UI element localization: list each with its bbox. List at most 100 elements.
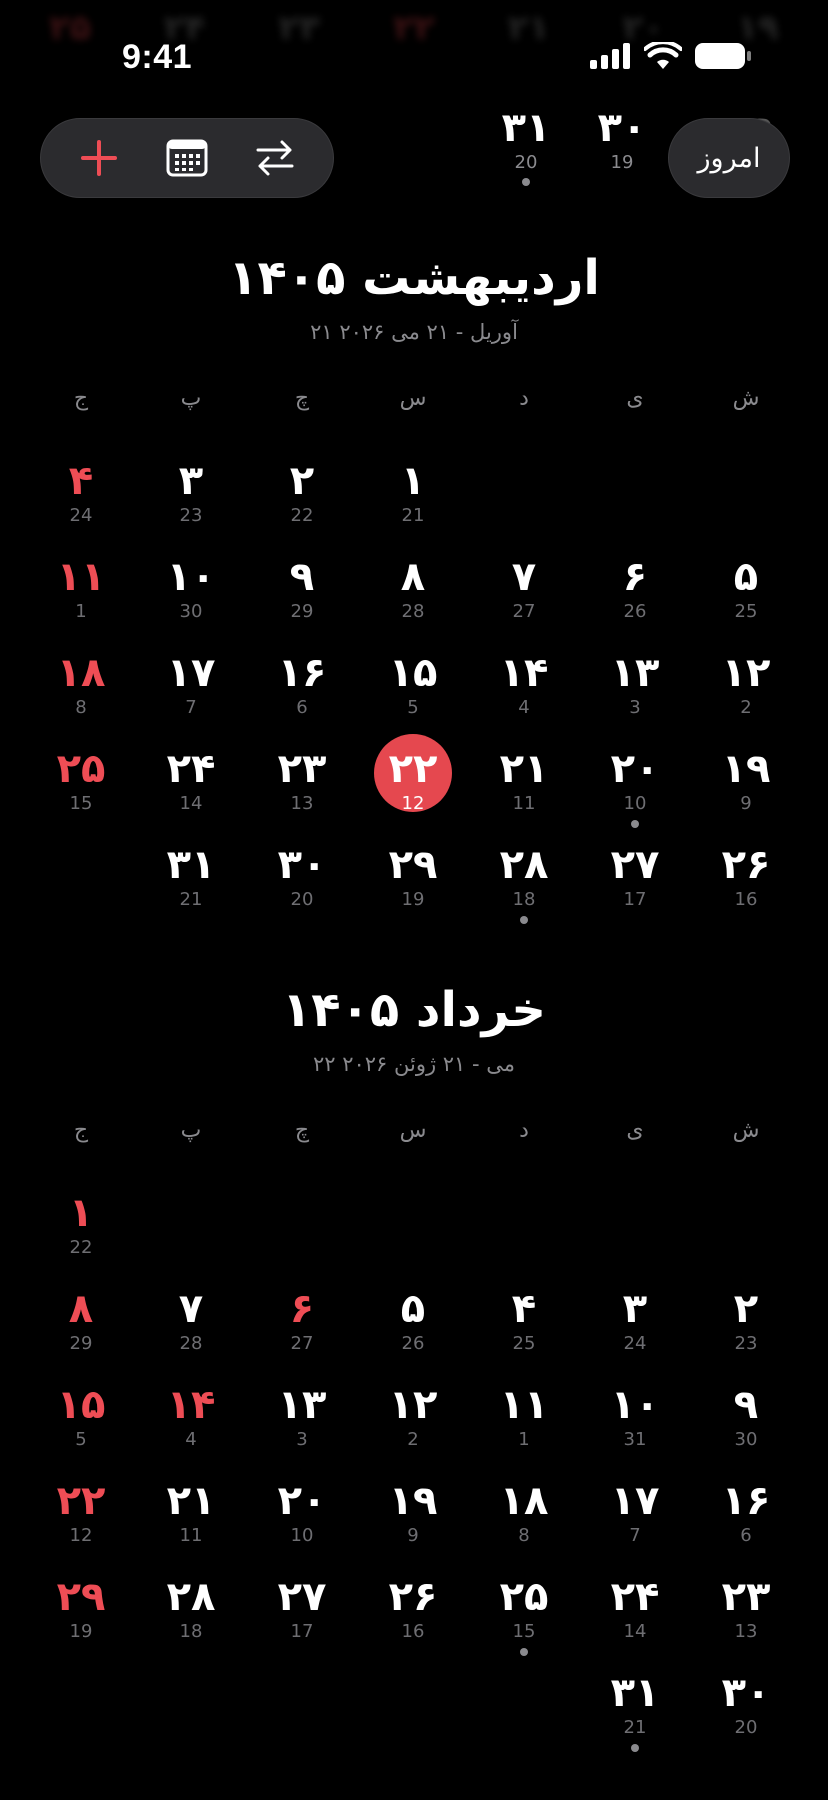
day-cell[interactable]: ۱۲ 2: [365, 1380, 461, 1468]
day-cell[interactable]: ۴ 24: [33, 456, 129, 544]
gregorian-date: 14: [179, 793, 203, 814]
gregorian-date: 19: [401, 889, 425, 910]
swap-arrows-icon[interactable]: [245, 128, 305, 188]
day-cell[interactable]: ۶ 26: [587, 552, 683, 640]
day-cell[interactable]: ۱۲ 2: [698, 648, 794, 736]
day-cell[interactable]: ۸ 29: [33, 1284, 129, 1372]
day-cell[interactable]: ۱۷ 7: [143, 648, 239, 736]
day-cell[interactable]: ۱۹ 9: [698, 744, 794, 832]
day-cell[interactable]: ۱۹ 9: [365, 1476, 461, 1564]
day-number: ۱۴: [499, 650, 549, 696]
day-cell[interactable]: ۳ 24: [587, 1284, 683, 1372]
gregorian-date: 7: [629, 1525, 641, 1546]
day-cell[interactable]: ۲۸ 18: [476, 840, 572, 928]
day-number: ۹: [289, 554, 315, 600]
day-cell[interactable]: ۲۳ 13: [254, 744, 350, 832]
day-cell[interactable]: ۱۶ 6: [254, 648, 350, 736]
day-cell[interactable]: ۱۰ 30: [143, 552, 239, 640]
day-cell[interactable]: ۲۸ 18: [143, 1572, 239, 1660]
gregorian-date: 17: [623, 889, 647, 910]
gregorian-date: 7: [185, 697, 197, 718]
gregorian-date: 6: [740, 1525, 752, 1546]
day-cell[interactable]: ۳ 23: [143, 456, 239, 544]
day-cell[interactable]: ۲۰ 10: [587, 744, 683, 832]
day-cell[interactable]: ۱۶ 6: [698, 1476, 794, 1564]
day-cell[interactable]: ۸ 28: [365, 552, 461, 640]
day-cell[interactable]: ۲۱ 11: [143, 1476, 239, 1564]
day-cell[interactable]: ۲۳ 13: [698, 1572, 794, 1660]
day-cell[interactable]: ۱۱ 1: [476, 1380, 572, 1468]
day-cell[interactable]: ۱۸ 8: [33, 648, 129, 736]
day-cell[interactable]: ۱۵ 5: [33, 1380, 129, 1468]
day-number: ۷: [511, 554, 537, 600]
day-cell[interactable]: ۹ 29: [254, 552, 350, 640]
day-cell[interactable]: ۲۰ 10: [254, 1476, 350, 1564]
gregorian-date: 5: [407, 697, 419, 718]
day-number: ۴: [68, 458, 94, 504]
day-cell[interactable]: ۳۱ 21: [143, 840, 239, 928]
event-dot: [631, 1744, 639, 1752]
day-cell[interactable]: ۲۶ 16: [365, 1572, 461, 1660]
day-number: ۲: [733, 1286, 759, 1332]
day-cell[interactable]: ۲۹ 19: [33, 1572, 129, 1660]
day-number: ۸: [68, 1286, 94, 1332]
day-cell[interactable]: ۲۶ 16: [698, 840, 794, 928]
week-strip-gregorian: 20: [514, 152, 538, 173]
gregorian-date: 22: [69, 1237, 93, 1258]
gregorian-date: 27: [290, 1333, 314, 1354]
day-cell[interactable]: ۱۳ 3: [587, 648, 683, 736]
day-cell[interactable]: ۱ 21: [365, 456, 461, 544]
day-cell[interactable]: ۳۰ 20: [254, 840, 350, 928]
day-cell[interactable]: ۹ 30: [698, 1380, 794, 1468]
day-cell[interactable]: ۲۷ 17: [587, 840, 683, 928]
day-cell[interactable]: ۱ 22: [33, 1188, 129, 1276]
week-strip-day[interactable]: ۳۰ 19: [582, 104, 662, 174]
day-cell[interactable]: ۱۸ 8: [476, 1476, 572, 1564]
gregorian-date: 21: [401, 505, 425, 526]
day-cell[interactable]: ۵ 26: [365, 1284, 461, 1372]
day-cell-today[interactable]: ۲۲ 12: [365, 734, 461, 832]
ghost-day: ۲۱: [507, 8, 550, 48]
day-cell[interactable]: ۲۵ 15: [33, 744, 129, 832]
weekday-label: س: [399, 1118, 427, 1143]
gregorian-date: 11: [179, 1525, 203, 1546]
day-number: ۳: [178, 458, 204, 504]
day-cell[interactable]: ۶ 27: [254, 1284, 350, 1372]
day-cell[interactable]: ۱۵ 5: [365, 648, 461, 736]
day-cell[interactable]: ۲ 23: [698, 1284, 794, 1372]
day-cell[interactable]: ۱۰ 31: [587, 1380, 683, 1468]
day-cell[interactable]: ۷ 27: [476, 552, 572, 640]
day-number: ۵: [400, 1286, 426, 1332]
day-cell[interactable]: ۱۱ 1: [33, 552, 129, 640]
calendar-grid-icon[interactable]: [157, 128, 217, 188]
day-cell[interactable]: ۲۱ 11: [476, 744, 572, 832]
day-cell[interactable]: ۲ 22: [254, 456, 350, 544]
day-cell[interactable]: ۲۵ 15: [476, 1572, 572, 1660]
day-cell[interactable]: ۲۴ 14: [143, 744, 239, 832]
gregorian-date: 20: [734, 1717, 758, 1738]
day-number: ۳۰: [721, 1670, 771, 1716]
day-cell[interactable]: ۱۴ 4: [476, 648, 572, 736]
day-cell[interactable]: ۱۳ 3: [254, 1380, 350, 1468]
gregorian-date: 20: [290, 889, 314, 910]
day-number: ۱۶: [721, 1478, 771, 1524]
day-cell[interactable]: ۳۰ 20: [698, 1668, 794, 1756]
day-cell[interactable]: ۵ 25: [698, 552, 794, 640]
week-strip-day[interactable]: ۳۱ 20: [486, 104, 566, 186]
day-cell[interactable]: ۲۷ 17: [254, 1572, 350, 1660]
day-cell[interactable]: ۲۹ 19: [365, 840, 461, 928]
plus-icon[interactable]: [69, 128, 129, 188]
gregorian-date: 25: [512, 1333, 536, 1354]
gregorian-date: 15: [69, 793, 93, 814]
day-cell[interactable]: ۲۴ 14: [587, 1572, 683, 1660]
today-button[interactable]: امروز: [668, 118, 790, 198]
gregorian-date: 1: [75, 601, 87, 622]
day-cell[interactable]: ۴ 25: [476, 1284, 572, 1372]
weekday-label: س: [399, 386, 427, 411]
day-cell[interactable]: ۳۱ 21: [587, 1668, 683, 1756]
gregorian-date: 26: [623, 601, 647, 622]
day-cell[interactable]: ۲۲ 12: [33, 1476, 129, 1564]
day-cell[interactable]: ۷ 28: [143, 1284, 239, 1372]
day-cell[interactable]: ۱۷ 7: [587, 1476, 683, 1564]
day-cell[interactable]: ۱۴ 4: [143, 1380, 239, 1468]
